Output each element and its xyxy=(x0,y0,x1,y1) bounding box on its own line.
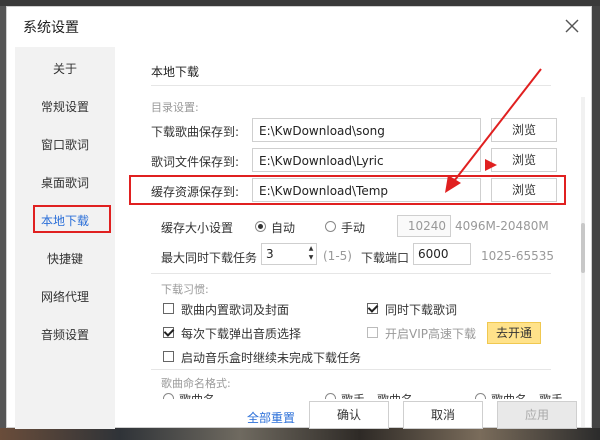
port-label: 下载端口 xyxy=(361,251,410,265)
sidebar-item-window-lyrics[interactable]: 窗口歌词 xyxy=(15,131,115,159)
cache-size-range: 4096M-20480M xyxy=(455,219,549,233)
download-lyrics-label: 同时下载歌词 xyxy=(385,303,458,317)
max-tasks-label: 最大同时下载任务 xyxy=(161,251,258,265)
max-tasks-value: 3 xyxy=(266,247,274,261)
resume-label: 启动音乐盒时继续未完成下载任务 xyxy=(181,351,362,365)
naming-option3-label: 歌曲名 - 歌手 xyxy=(491,391,563,399)
cache-auto-label: 自动 xyxy=(271,221,296,235)
song-path-label: 下载歌曲保存到: xyxy=(151,125,240,139)
naming-group-label: 歌曲命名格式: xyxy=(161,377,231,390)
naming-option1-radio[interactable] xyxy=(163,393,174,399)
settings-content: 本地下载 目录设置: 下载歌曲保存到: E:\KwDownload\song 浏… xyxy=(115,47,585,429)
quality-popup-checkbox[interactable] xyxy=(163,327,174,338)
quality-popup-label: 每次下载弹出音质选择 xyxy=(181,327,302,341)
port-input[interactable]: 6000 xyxy=(413,243,471,265)
dialog-title: 系统设置 xyxy=(23,20,79,36)
resume-checkbox[interactable] xyxy=(163,351,174,362)
cache-size-label: 缓存大小设置 xyxy=(161,221,234,235)
cache-manual-label: 手动 xyxy=(341,221,366,235)
download-lyrics-checkbox[interactable] xyxy=(367,303,378,314)
vip-fast-label: 开启VIP高速下载 xyxy=(385,327,476,341)
settings-dialog: 系统设置 关于 常规设置 窗口歌词 桌面歌词 本地下载 快捷键 网络代理 音频设… xyxy=(6,6,592,429)
embed-lyrics-label: 歌曲内置歌词及封面 xyxy=(181,303,290,317)
habits-group-label: 下载习惯: xyxy=(161,283,209,296)
settings-sidebar: 关于 常规设置 窗口歌词 桌面歌词 本地下载 快捷键 网络代理 音频设置 xyxy=(15,47,115,429)
sidebar-item-network-proxy[interactable]: 网络代理 xyxy=(15,283,115,311)
close-icon[interactable] xyxy=(563,17,581,35)
embed-lyrics-checkbox[interactable] xyxy=(163,303,174,314)
stepper-down-icon[interactable]: ▼ xyxy=(307,254,315,262)
cache-manual-radio[interactable] xyxy=(325,221,336,232)
sidebar-highlight-box xyxy=(33,205,111,233)
directory-group-label: 目录设置: xyxy=(151,101,199,114)
cache-auto-radio[interactable] xyxy=(255,221,266,232)
ok-button[interactable]: 确认 xyxy=(309,401,389,429)
sidebar-item-about[interactable]: 关于 xyxy=(15,55,115,83)
annotation-arrow-icon xyxy=(445,68,542,193)
naming-options-cut: 歌曲名 歌手 - 歌曲名 歌曲名 - 歌手 xyxy=(155,391,575,399)
naming-option1-label: 歌曲名 xyxy=(179,391,215,399)
background-bottom xyxy=(0,428,600,440)
lyric-path-label: 歌词文件保存到: xyxy=(151,155,240,169)
scrollbar-thumb[interactable] xyxy=(581,223,585,273)
max-tasks-range: (1-5) xyxy=(323,249,352,263)
cache-path-label: 缓存资源保存到: xyxy=(151,185,240,199)
naming-option3-radio[interactable] xyxy=(475,393,486,399)
port-range: 1025-65535 xyxy=(481,249,555,263)
cancel-button[interactable]: 取消 xyxy=(403,401,483,429)
naming-option2-radio[interactable] xyxy=(325,393,336,399)
vip-open-button[interactable]: 去开通 xyxy=(487,322,541,344)
sidebar-item-shortcuts[interactable]: 快捷键 xyxy=(15,245,115,273)
background-right xyxy=(592,6,600,428)
reset-all-link[interactable]: 全部重置 xyxy=(247,409,295,426)
sidebar-item-audio[interactable]: 音频设置 xyxy=(15,321,115,349)
stepper-up-icon[interactable]: ▲ xyxy=(307,245,315,253)
cache-size-input[interactable]: 10240 xyxy=(397,215,451,237)
vip-fast-checkbox[interactable] xyxy=(367,327,378,338)
apply-button[interactable]: 应用 xyxy=(497,401,577,429)
section-title: 本地下载 xyxy=(151,65,200,79)
naming-option2-label: 歌手 - 歌曲名 xyxy=(341,391,413,399)
sidebar-item-desktop-lyrics[interactable]: 桌面歌词 xyxy=(15,169,115,197)
sidebar-item-general[interactable]: 常规设置 xyxy=(15,93,115,121)
naming-divider xyxy=(151,369,551,370)
habits-divider xyxy=(151,273,551,274)
